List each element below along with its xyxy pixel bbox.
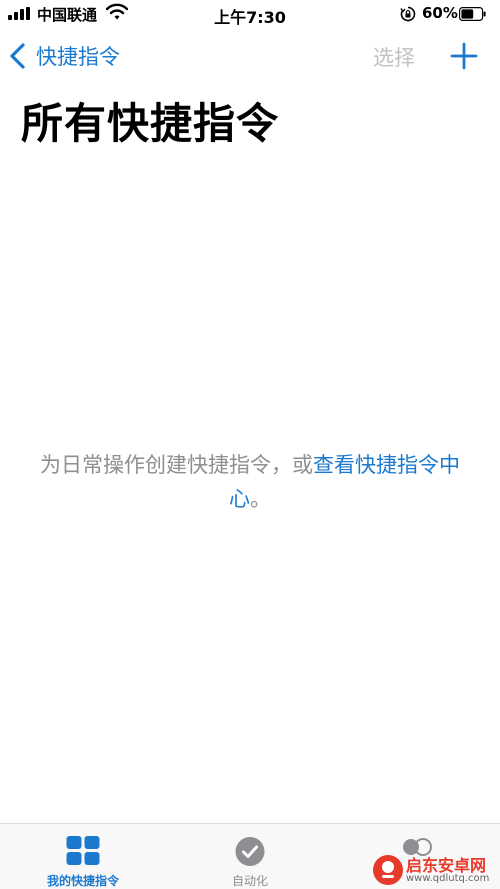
battery-icon (459, 7, 486, 21)
plus-icon[interactable] (450, 42, 478, 70)
grid-icon (66, 836, 100, 865)
status-bar: 中国联通 上午7:30 60% (0, 0, 500, 28)
shortcuts-screen: 中国联通 上午7:30 60% 快捷指令 选择 所有快捷指令 为日常操作创建快捷… (0, 0, 500, 889)
empty-state-suffix: 。 (250, 487, 271, 511)
tab-automation[interactable]: 自动化 (180, 824, 320, 889)
empty-state-text: 为日常操作创建快捷指令，或 (40, 453, 313, 477)
tab-automation-label: 自动化 (231, 874, 268, 888)
battery-percent: 60% (422, 4, 458, 22)
back-button[interactable]: 快捷指令 (8, 40, 120, 72)
page-title: 所有快捷指令 (21, 99, 280, 148)
watermark-url: www.qdlutq.com (406, 873, 490, 884)
tab-my-shortcuts-label: 我的快捷指令 (46, 874, 119, 888)
empty-state-message: 为日常操作创建快捷指令，或查看快捷指令中心。 (30, 448, 470, 516)
tab-my-shortcuts[interactable]: 我的快捷指令 (13, 824, 153, 889)
chevron-left-icon (10, 43, 25, 69)
select-button[interactable]: 选择 (373, 42, 415, 72)
check-clock-icon (235, 837, 265, 866)
rotation-lock-icon (400, 6, 416, 22)
back-button-label: 快捷指令 (36, 45, 120, 69)
watermark-logo-icon (373, 855, 403, 885)
watermark: 启东安卓网 www.qdlutq.com (362, 846, 498, 889)
